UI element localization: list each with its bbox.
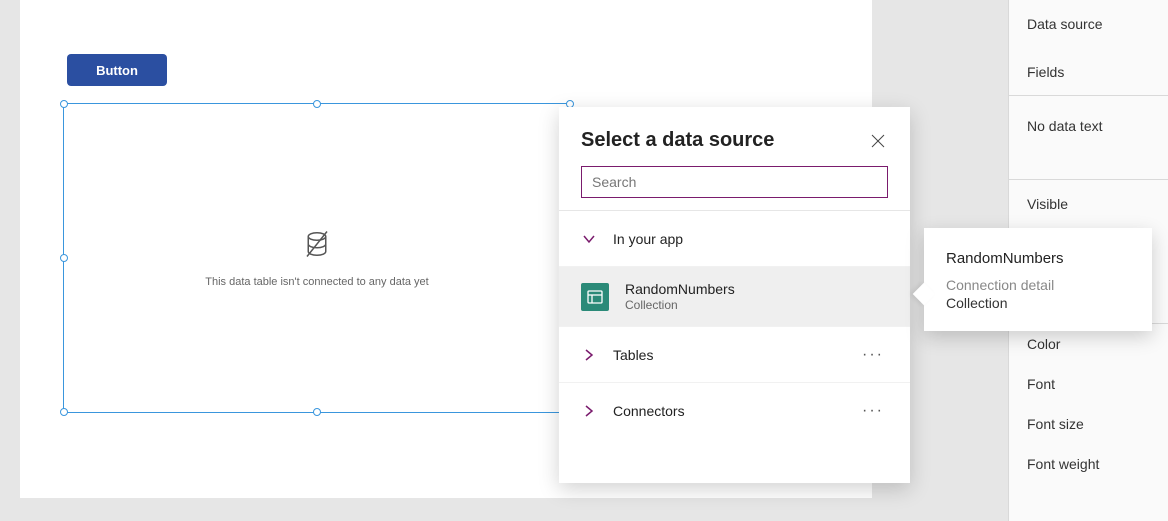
search-input[interactable] (581, 166, 888, 198)
database-slash-icon (302, 229, 332, 264)
close-icon[interactable] (868, 131, 888, 151)
section-label: In your app (613, 231, 888, 247)
flyout-title: Select a data source (581, 129, 774, 152)
section-tables[interactable]: Tables ··· (559, 327, 910, 383)
prop-data-source[interactable]: Data source (1009, 0, 1168, 48)
data-source-tooltip: RandomNumbers Connection detail Collecti… (924, 228, 1152, 331)
prop-fields[interactable]: Fields (1009, 48, 1168, 96)
section-label: Connectors (613, 403, 842, 419)
prop-font-size[interactable]: Font size (1009, 404, 1168, 444)
prop-font-weight[interactable]: Font weight (1009, 444, 1168, 484)
section-connectors[interactable]: Connectors ··· (559, 383, 910, 439)
tooltip-detail-value: Collection (946, 295, 1130, 311)
datatable-empty-message: This data table isn't connected to any d… (205, 276, 428, 288)
more-options-icon[interactable]: ··· (858, 398, 888, 424)
prop-no-data-text[interactable]: No data text (1009, 96, 1168, 180)
chevron-down-icon (581, 231, 597, 247)
tooltip-detail-label: Connection detail (946, 277, 1130, 293)
tooltip-title: RandomNumbers (946, 250, 1130, 267)
chevron-right-icon (581, 403, 597, 419)
button-control[interactable]: Button (67, 54, 167, 86)
datatable-empty-state: This data table isn't connected to any d… (64, 104, 570, 412)
select-data-source-panel: Select a data source In your app RandomN… (559, 107, 910, 483)
collection-icon (581, 283, 609, 311)
prop-font[interactable]: Font (1009, 364, 1168, 404)
chevron-right-icon (581, 347, 597, 363)
section-in-your-app[interactable]: In your app (559, 211, 910, 267)
section-label: Tables (613, 347, 842, 363)
data-source-name: RandomNumbers (625, 281, 735, 297)
data-source-item-randomnumbers[interactable]: RandomNumbers Collection (559, 267, 910, 327)
data-source-type: Collection (625, 298, 735, 312)
datatable-control-selected[interactable]: This data table isn't connected to any d… (63, 103, 571, 413)
prop-visible[interactable]: Visible (1009, 180, 1168, 228)
more-options-icon[interactable]: ··· (858, 342, 888, 368)
